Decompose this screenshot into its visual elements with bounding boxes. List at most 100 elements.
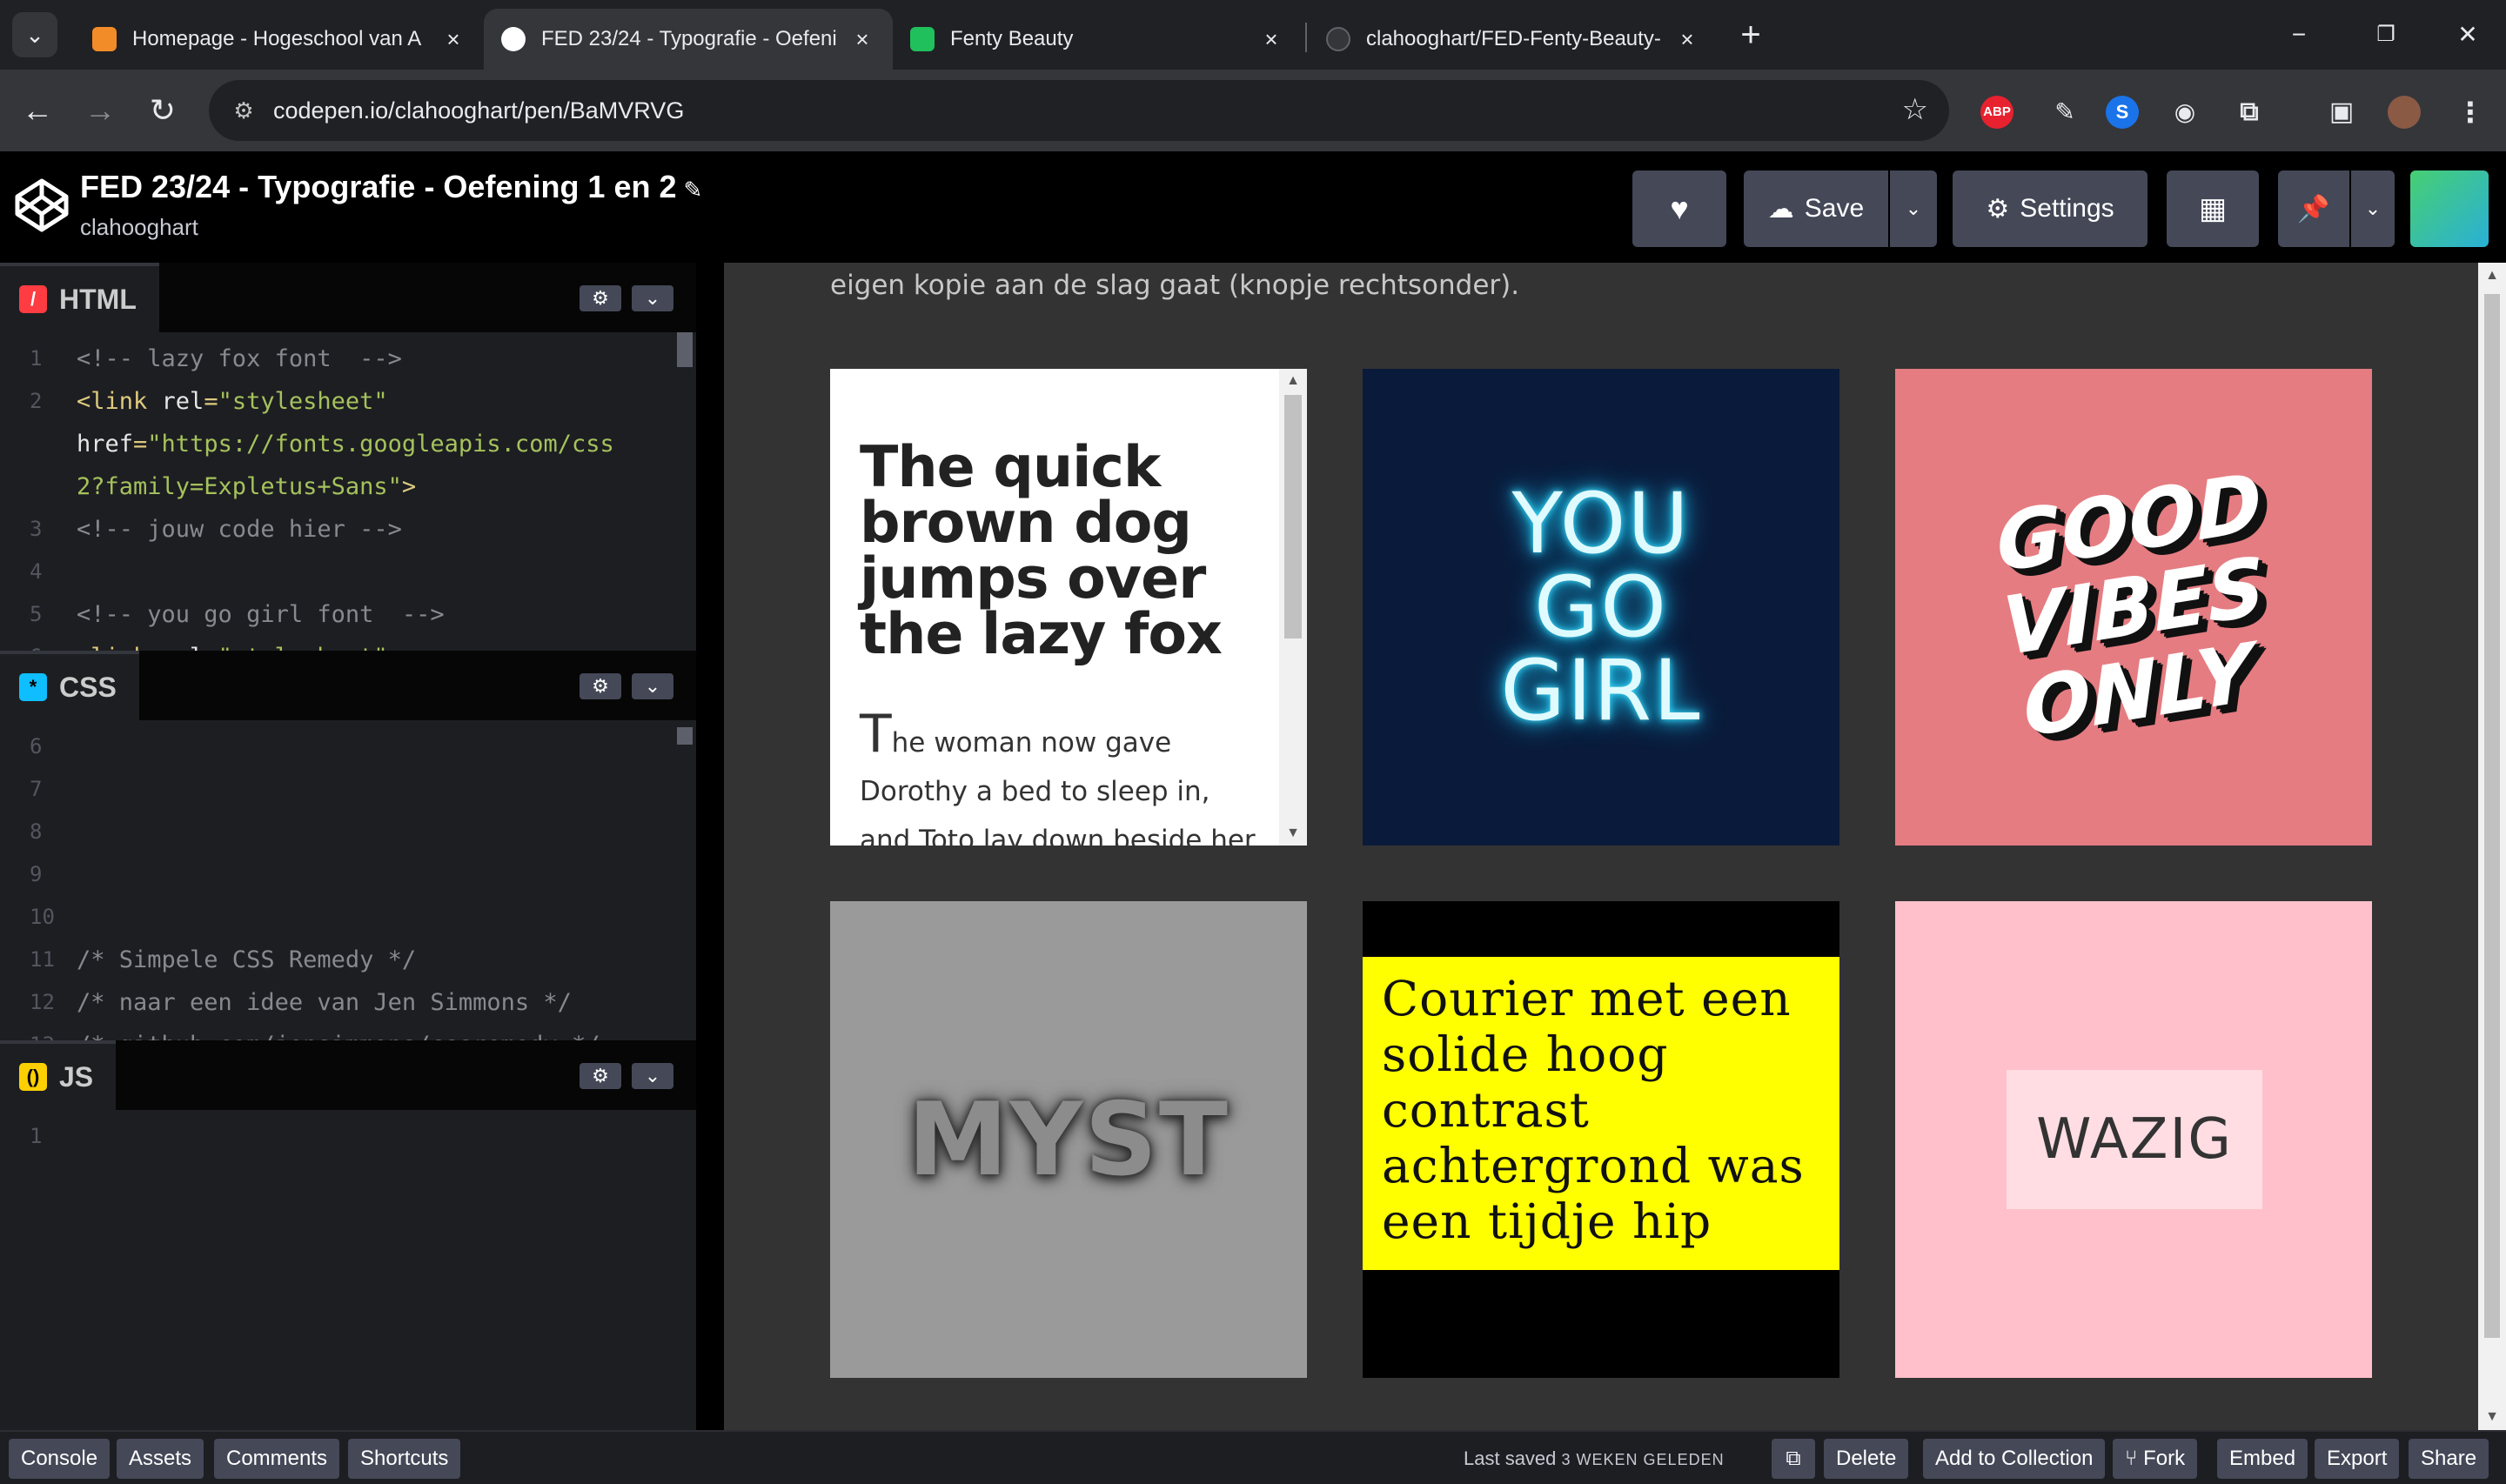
love-button[interactable]: ♥ [1632,170,1726,247]
preview-scrollbar[interactable]: ▲ ▼ [2478,263,2506,1430]
lazy-fox-card[interactable]: The quick brown dog jumps over the lazy … [830,369,1307,846]
code-line[interactable]: 2?family=Expletus+Sans"> [0,467,670,506]
profile-avatar[interactable] [2388,96,2421,129]
new-tab-button[interactable]: + [1732,16,1770,54]
close-tab-icon[interactable]: × [440,26,466,52]
shazam-extension-icon[interactable]: S [2106,96,2139,129]
code-line[interactable]: 8 [0,812,670,852]
bookmark-star-icon[interactable]: ☆ [1902,92,1928,127]
code-line[interactable]: 5 <!-- you go girl font --> [0,595,670,634]
css-editor-scrollbar[interactable] [677,727,693,745]
cloud-icon: ☁ [1767,194,1794,224]
pin-button[interactable]: 📌 [2278,170,2349,247]
html-settings-gear-icon[interactable]: ⚙ [580,285,621,311]
tab-github[interactable]: clahooghart/FED-Fenty-Beauty- × [1309,9,1718,70]
url-text[interactable]: codepen.io/clahooghart/pen/BaMVRVG [273,80,684,141]
export-button[interactable]: Export [2315,1439,2400,1479]
forward-icon[interactable]: → [78,89,122,132]
change-view-button[interactable]: ▦ [2167,170,2259,247]
js-editor-tab[interactable]: () JS [0,1040,117,1110]
code-text: <link rel="stylesheet" [77,638,388,651]
restore-icon[interactable]: ❐ [2360,16,2412,54]
line-number: 8 [30,819,43,844]
css-code-area[interactable]: 6 7 8 9 10 11 /* Simpele CSS Remedy */ 12 /* naa… [0,720,696,1040]
save-button[interactable]: ☁ Save [1744,170,1888,247]
browser-menu-icon[interactable]: ⋮ [2454,96,2487,129]
wazig-card: WAZIG [1895,901,2372,1378]
tab-homepage[interactable]: Homepage - Hogeschool van A × [75,9,484,70]
assets-button[interactable]: Assets [117,1439,204,1479]
close-tab-icon[interactable]: × [849,26,875,52]
back-icon[interactable]: ← [16,89,59,132]
card-scrollbar-thumb[interactable] [1284,395,1302,638]
extensions-puzzle-icon[interactable]: ⧉ [2233,96,2266,129]
js-editor-header: () JS ⚙ ⌄ [0,1040,696,1110]
scroll-up-icon[interactable]: ▲ [2478,263,2506,289]
minimize-icon[interactable]: − [2273,16,2325,54]
code-line[interactable]: href="https://fonts.googleapis.com/css [0,424,670,464]
adblock-plus-icon[interactable]: ABP [1980,96,2014,129]
code-line[interactable]: 10 [0,898,670,937]
js-editor-collapse-icon[interactable]: ⌄ [632,1063,673,1089]
html-code-area[interactable]: 1 <!-- lazy fox font --> 2 <link rel="style… [0,332,696,651]
css-editor-tab[interactable]: * CSS [0,651,139,720]
site-info-icon[interactable]: ⚙ [228,95,259,126]
js-code-area[interactable]: 1 [0,1110,696,1430]
open-external-icon[interactable]: ⧉ [1772,1439,1815,1479]
js-settings-gear-icon[interactable]: ⚙ [580,1063,621,1089]
edit-title-icon[interactable]: ✎ [684,177,703,203]
code-line[interactable]: 13 /* github.com/jensimmons/cssremedy */ [0,1026,670,1040]
address-bar[interactable]: ⚙ codepen.io/clahooghart/pen/BaMVRVG ☆ [209,80,1949,141]
fork-button[interactable]: ⑂ Fork [2113,1439,2198,1479]
code-line[interactable]: 6 <link rel="stylesheet" [0,638,670,651]
scroll-down-icon[interactable]: ▼ [1279,821,1307,846]
user-avatar[interactable] [2410,170,2489,247]
tab-codepen[interactable]: FED 23/24 - Typografie - Oefeni × [484,9,893,70]
editor-resize-handle[interactable] [696,263,724,1430]
screenshot-extension-icon[interactable]: ◉ [2168,96,2201,129]
shortcuts-button[interactable]: Shortcuts [348,1439,461,1479]
code-line[interactable]: 11 /* Simpele CSS Remedy */ [0,940,670,979]
reload-icon[interactable]: ↻ [141,89,184,132]
code-line[interactable]: 12 /* naar een idee van Jen Simmons */ [0,983,670,1022]
pen-title[interactable]: FED 23/24 - Typografie - Oefening 1 en 2… [80,169,702,205]
tab-search-button[interactable]: ⌄ [12,12,57,57]
eyedropper-extension-icon[interactable]: ✎ [2048,96,2081,129]
card-scrollbar[interactable]: ▲ ▼ [1279,369,1307,846]
css-editor-collapse-icon[interactable]: ⌄ [632,673,673,699]
comments-button[interactable]: Comments [214,1439,340,1479]
css-settings-gear-icon[interactable]: ⚙ [580,673,621,699]
html-editor-collapse-icon[interactable]: ⌄ [632,285,673,311]
code-line[interactable]: 7 [0,770,670,809]
pin-options-button[interactable]: ⌄ [2351,170,2395,247]
add-to-collection-button[interactable]: Add to Collection [1923,1439,2106,1479]
embed-button[interactable]: Embed [2217,1439,2308,1479]
save-options-button[interactable]: ⌄ [1890,170,1937,247]
preview-scrollbar-thumb[interactable] [2484,294,2500,1338]
scroll-up-icon[interactable]: ▲ [1279,369,1307,393]
delete-button[interactable]: Delete [1824,1439,1909,1479]
pen-author[interactable]: clahooghart [80,214,198,241]
code-line[interactable]: 1 [0,1117,670,1156]
scroll-down-icon[interactable]: ▼ [2478,1404,2506,1430]
html-editor-tab[interactable]: / HTML [0,263,159,332]
js-editor-label: JS [59,1060,94,1093]
code-line[interactable]: 9 [0,855,670,894]
html-editor-scrollbar[interactable] [677,332,693,367]
share-button[interactable]: Share [2409,1439,2489,1479]
tab-fenty[interactable]: Fenty Beauty × [893,9,1302,70]
codepen-header: FED 23/24 - Typografie - Oefening 1 en 2… [0,151,2506,263]
side-panel-icon[interactable]: ▣ [2325,96,2358,129]
console-button[interactable]: Console [9,1439,111,1479]
code-line[interactable]: 6 [0,727,670,766]
settings-button[interactable]: ⚙ Settings [1953,170,2148,247]
codepen-logo-icon[interactable] [14,177,70,233]
close-tab-icon[interactable]: × [1674,26,1700,52]
courier-card: Courier met een solide hoog contrast ach… [1363,901,1839,1378]
close-tab-icon[interactable]: × [1258,26,1284,52]
close-window-icon[interactable]: ✕ [2442,16,2494,54]
code-line[interactable]: 1 <!-- lazy fox font --> [0,339,670,378]
code-line[interactable]: 4 [0,552,670,592]
code-line[interactable]: 3 <!-- jouw code hier --> [0,510,670,549]
code-line[interactable]: 2 <link rel="stylesheet" [0,382,670,421]
